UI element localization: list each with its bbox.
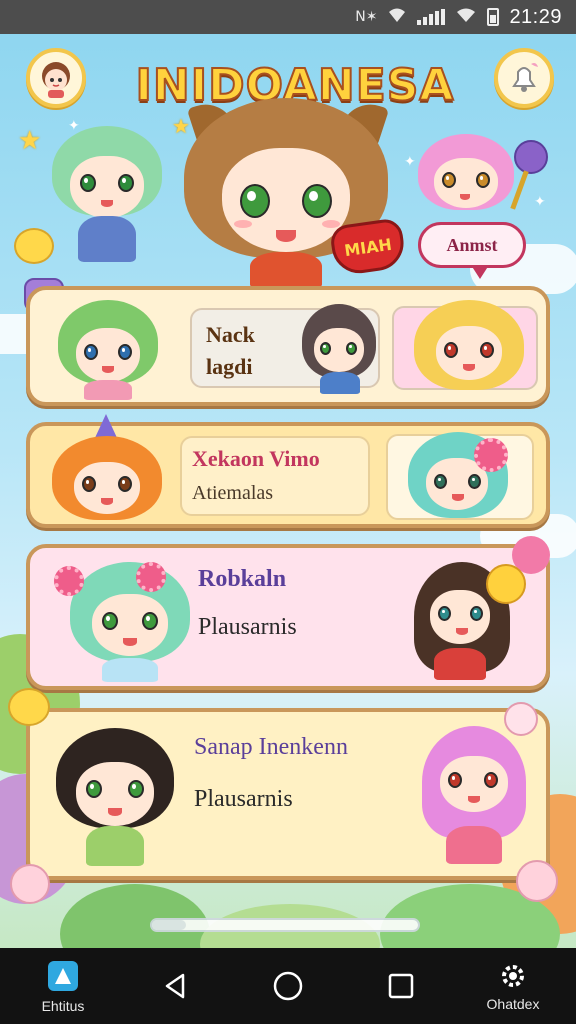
flower-icon [136,562,166,592]
scrollbar-thumb[interactable] [152,920,186,930]
avatar-icon [42,62,70,98]
bush [60,884,210,948]
horizontal-scrollbar[interactable] [150,918,420,932]
status-bar: N✶ 21:29 [0,0,576,34]
recents-square-icon [388,973,413,999]
character-green-hair [52,126,162,266]
sparkle-icon: ✦ [534,194,546,210]
nav-left-label: Ehtitus [41,998,85,1014]
flower-icon [474,438,508,472]
pink-blob-icon [516,860,558,902]
profile-button[interactable] [26,48,86,108]
speech-bubble: Anmst [418,222,526,279]
card-3-subtitle: Plausarnis [198,614,297,640]
pink-blob-icon [10,864,50,904]
notification-icons: N✶ [355,9,378,25]
card-4-subtitle: Plausarnis [194,786,293,812]
character-mint-hair-card [70,562,190,682]
flower-icon [54,566,84,596]
character-dark-hair-card [302,304,382,396]
star-icon: ★ [18,126,42,156]
yellow-blob-icon [8,688,50,726]
menu-card-1[interactable]: Nack lagdi [26,286,550,406]
character-blonde-card [414,300,524,398]
app-icon [48,961,78,991]
lollipop-creature-icon [514,140,548,174]
navigation-bar: Ehtitus Ohatdex [0,948,576,1024]
status-time: 21:29 [509,5,562,28]
settings-button[interactable] [494,48,554,108]
recents-button[interactable] [366,972,436,1000]
nav-settings-app[interactable]: Ohatdex [478,960,548,1012]
blob-creature-icon [14,228,54,264]
character-green-hair-card [58,300,158,400]
wifi-icon [387,7,407,27]
home-button[interactable] [253,970,323,1002]
card-2-title: Xekaon Vimo [192,446,320,471]
smiley-balloon-icon [486,564,526,604]
character-magenta-hair-card [422,726,526,866]
nav-right-label: Ohatdex [486,996,540,1012]
pink-ghost-icon [504,702,538,736]
wifi-secondary-icon [455,7,477,27]
back-icon [165,973,184,999]
bell-icon [512,63,538,92]
gear-icon [502,965,524,987]
card-4-title: Sanap Inenkenn [194,734,348,760]
card-1-subtitle: lagdi [206,354,253,379]
card-2-subtitle: Atiemalas [192,482,274,504]
card-1-title: Nack [206,322,255,347]
menu-card-2[interactable]: Xekaon Vimo Atiemalas [26,414,550,528]
sparkle-icon: ✦ [404,154,416,170]
character-black-hair-card [56,728,174,868]
home-circle-icon [273,971,303,1001]
battery-icon [487,8,500,26]
signal-icon [417,9,446,25]
menu-card-4[interactable]: Sanap Inenkenn Plausarnis [26,708,550,880]
card-3-title: Robkaln [198,566,287,592]
character-orange-hair-card [52,414,162,524]
character-pink-hair [418,134,514,218]
nav-home-app[interactable]: Ehtitus [28,958,98,1014]
menu-card-3[interactable]: Robkaln Plausarnis [26,536,550,690]
back-button[interactable] [141,971,211,1001]
game-scene: INIDOANESA ★ ★ ★ ✦ ✦ ✦ MIAH [0,34,576,948]
